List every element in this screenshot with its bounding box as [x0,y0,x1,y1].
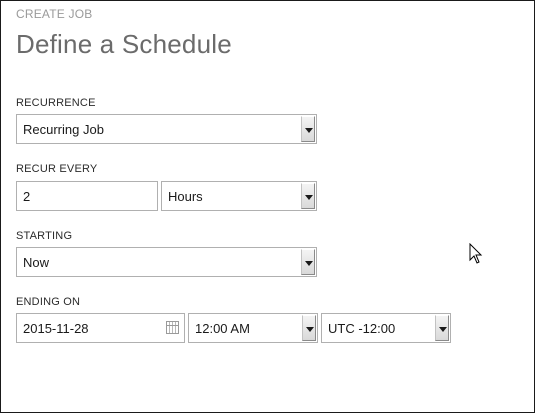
starting-select[interactable]: Now [16,247,317,277]
mouse-pointer-icon [469,243,483,264]
ending-time-value: 12:00 AM [195,321,250,336]
chevron-down-icon[interactable] [301,249,315,275]
create-job-dialog: CREATE JOB Define a Schedule RECURRENCE … [0,0,535,413]
chevron-down-icon[interactable] [301,183,315,209]
breadcrumb: CREATE JOB [16,7,93,21]
ending-timezone-value: UTC -12:00 [328,321,396,336]
recur-every-label: RECUR EVERY [16,163,98,175]
chevron-down-icon[interactable] [435,315,449,341]
ending-on-label: ENDING ON [16,296,81,308]
starting-label: STARTING [16,230,73,242]
ending-time-select[interactable]: 12:00 AM [188,313,318,343]
ending-date-input[interactable]: 2015-11-28 [16,313,185,343]
starting-value: Now [23,255,50,270]
recur-every-amount-input[interactable]: 2 [16,181,158,211]
recur-every-amount-value: 2 [23,189,31,204]
ending-date-value: 2015-11-28 [23,321,89,336]
recur-every-unit-select[interactable]: Hours [161,181,317,211]
recurrence-label: RECURRENCE [16,97,96,109]
page-title: Define a Schedule [16,29,232,59]
recurrence-select[interactable]: Recurring Job [16,114,317,144]
recurrence-value: Recurring Job [23,122,104,137]
ending-timezone-select[interactable]: UTC -12:00 [321,313,451,343]
chevron-down-icon[interactable] [301,116,315,142]
calendar-icon[interactable] [166,321,179,334]
chevron-down-icon[interactable] [302,315,316,341]
recur-every-unit-value: Hours [168,189,203,204]
